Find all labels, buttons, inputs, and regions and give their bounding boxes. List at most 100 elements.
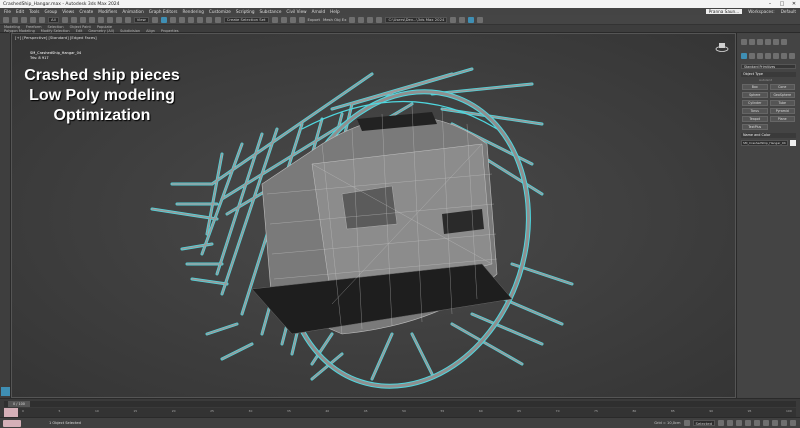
schematic-view-icon[interactable] — [358, 16, 365, 23]
pivot-center-icon[interactable] — [151, 16, 158, 23]
menu-arnold[interactable]: Arnold — [312, 9, 326, 14]
menu-rendering[interactable]: Rendering — [183, 9, 204, 14]
previous-frame-icon[interactable] — [727, 420, 733, 426]
orbit-icon[interactable] — [772, 420, 778, 426]
render-production-icon[interactable] — [459, 16, 466, 23]
next-frame-icon[interactable] — [745, 420, 751, 426]
menu-civil-view[interactable]: Civil View — [286, 9, 306, 14]
mesh-export-label[interactable]: Mesh Obj Ex — [323, 17, 347, 22]
menu-group[interactable]: Group — [44, 9, 57, 14]
go-to-end-icon[interactable] — [754, 420, 760, 426]
cone-button[interactable]: Cone — [769, 84, 795, 90]
time-slider-thumb[interactable]: 0 / 100 — [8, 401, 30, 407]
menu-views[interactable]: Views — [62, 9, 74, 14]
unlink-icon[interactable] — [30, 16, 36, 23]
edit-named-sets-icon[interactable] — [214, 16, 221, 23]
link-icon[interactable] — [21, 16, 27, 23]
menu-animation[interactable]: Animation — [122, 9, 143, 14]
teapot-button[interactable]: Teapot — [742, 116, 768, 122]
menu-graph-editors[interactable]: Graph Editors — [149, 9, 178, 14]
menu-file[interactable]: File — [4, 9, 11, 14]
space-warps-icon[interactable] — [781, 53, 787, 59]
user-account[interactable]: Pranna Saun... — [705, 9, 743, 14]
geometry-icon[interactable] — [741, 53, 747, 59]
geosphere-button[interactable]: GeoSphere — [769, 92, 795, 98]
viewcube-icon[interactable] — [715, 41, 729, 53]
display-tab-icon[interactable] — [773, 39, 779, 45]
render-active-icon[interactable] — [468, 16, 475, 23]
render-frame-icon[interactable] — [450, 16, 457, 23]
toggle-ribbon-icon[interactable] — [298, 16, 305, 23]
placement-icon[interactable] — [124, 16, 131, 23]
selection-filter[interactable]: All — [48, 16, 59, 23]
torus-button[interactable]: Torus — [742, 108, 768, 114]
menu-edit[interactable]: Edit — [16, 9, 24, 14]
textplus-button[interactable]: TextPlus — [742, 124, 768, 130]
render-in-cloud-icon[interactable] — [477, 16, 484, 23]
render-setup-icon[interactable] — [376, 16, 383, 23]
time-slider[interactable]: 0 / 100 — [4, 401, 796, 407]
tube-button[interactable]: Tube — [769, 100, 795, 106]
systems-icon[interactable] — [789, 53, 795, 59]
named-selection-set[interactable]: Create Selection Set — [223, 16, 269, 23]
select-object-icon[interactable] — [61, 16, 68, 23]
plane-button[interactable]: Plane — [769, 116, 795, 122]
cameras-icon[interactable] — [765, 53, 771, 59]
menu-customize[interactable]: Customize — [209, 9, 231, 14]
auto-key-icon[interactable] — [683, 420, 690, 426]
pan-icon[interactable] — [781, 420, 787, 426]
menu-scripting[interactable]: Scripting — [236, 9, 255, 14]
curve-editor-icon[interactable] — [349, 16, 356, 23]
key-filter-select[interactable]: Selected — [692, 420, 715, 426]
object-type-rollout[interactable]: Object Type — [741, 72, 796, 77]
object-name-field[interactable]: SM_CrashedShip_Hangar_04 — [741, 140, 788, 146]
zoom-icon[interactable] — [763, 420, 769, 426]
box-button[interactable]: Box — [742, 84, 768, 90]
shapes-icon[interactable] — [749, 53, 755, 59]
motion-tab-icon[interactable] — [765, 39, 771, 45]
mirror-icon[interactable] — [271, 16, 278, 23]
move-icon[interactable] — [97, 16, 104, 23]
material-editor-icon[interactable] — [367, 16, 374, 23]
export-label[interactable]: Export — [308, 17, 320, 22]
snaps-toggle-icon[interactable] — [178, 16, 185, 23]
hierarchy-tab-icon[interactable] — [757, 39, 763, 45]
redo-icon[interactable] — [12, 16, 18, 23]
menu-substance[interactable]: Substance — [260, 9, 282, 14]
project-folder-select[interactable]: C:\Users\Dev...\3ds Max 2024 — [385, 16, 448, 23]
play-icon[interactable] — [736, 420, 742, 426]
spinner-snap-icon[interactable] — [205, 16, 212, 23]
rotate-icon[interactable] — [106, 16, 113, 23]
maxscript-listener-icon[interactable] — [3, 419, 21, 427]
utilities-tab-icon[interactable] — [781, 39, 787, 45]
scale-icon[interactable] — [115, 16, 122, 23]
minimize-button[interactable]: – — [764, 0, 776, 8]
maximize-button[interactable]: □ — [776, 0, 788, 8]
lights-icon[interactable] — [757, 53, 763, 59]
select-by-name-icon[interactable] — [70, 16, 77, 23]
viewport-label[interactable]: [+] [Perspective] [Standard] [Edged Face… — [15, 35, 97, 40]
pyramid-button[interactable]: Pyramid — [769, 108, 795, 114]
angle-snap-icon[interactable] — [187, 16, 194, 23]
primitive-category-select[interactable]: Standard Primitives — [741, 64, 796, 69]
helpers-icon[interactable] — [773, 53, 779, 59]
menu-help[interactable]: Help — [330, 9, 340, 14]
name-and-color-rollout[interactable]: Name and Color — [741, 133, 796, 138]
autogrid-checkbox[interactable]: AutoGrid — [741, 78, 796, 82]
align-icon[interactable] — [280, 16, 287, 23]
sphere-button[interactable]: Sphere — [742, 92, 768, 98]
menu-modifiers[interactable]: Modifiers — [98, 9, 117, 14]
bind-space-warp-icon[interactable] — [39, 16, 45, 23]
reference-coordinate-select[interactable]: View — [133, 16, 149, 23]
layer-explorer-icon[interactable] — [289, 16, 296, 23]
modify-tab-icon[interactable] — [749, 39, 755, 45]
maximize-viewport-icon[interactable] — [790, 420, 796, 426]
go-to-start-icon[interactable] — [718, 420, 724, 426]
percent-snap-icon[interactable] — [196, 16, 203, 23]
menu-tools[interactable]: Tools — [29, 9, 39, 14]
rectangular-selection-icon[interactable] — [79, 16, 86, 23]
undo-icon[interactable] — [3, 16, 9, 23]
cylinder-button[interactable]: Cylinder — [742, 100, 768, 106]
perspective-viewport[interactable]: [+] [Perspective] [Standard] [Edged Face… — [11, 33, 736, 398]
menu-create[interactable]: Create — [79, 9, 93, 14]
